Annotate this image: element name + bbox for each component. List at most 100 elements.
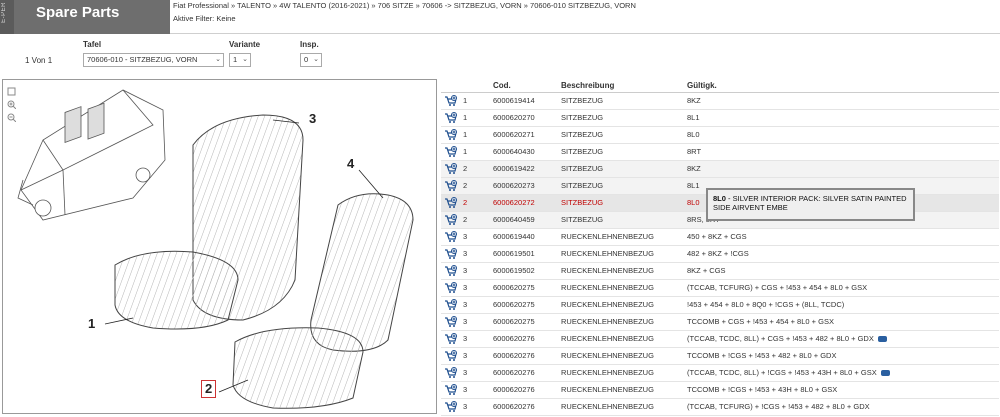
add-to-cart-icon[interactable] (444, 383, 458, 396)
add-to-cart-icon[interactable] (444, 281, 458, 294)
part-code-cell: 6000620275 (493, 296, 561, 314)
seat-drawing (17, 89, 414, 409)
table-row[interactable]: 3 6000620276 RUECKENLEHNENBEZUG (TCCAB, TCF… (441, 398, 999, 416)
insp-select[interactable]: 0 ⌄ (300, 53, 322, 67)
tafel-select[interactable]: 70606-010 - SITZBEZUG, VORN ⌄ (83, 53, 224, 67)
add-to-cart-icon[interactable] (444, 298, 458, 311)
add-to-cart-icon[interactable] (444, 315, 458, 328)
validity-cell: TCCOMB + CGS + !453 + 454 + 8L0 + GSX (687, 313, 999, 331)
seat-backrest-4 (310, 193, 414, 352)
table-row[interactable]: 3 6000620276 RUECKENLEHNENBEZUG TCCOMB + !C… (441, 347, 999, 365)
add-to-cart-cell (441, 262, 463, 280)
add-to-cart-icon[interactable] (444, 400, 458, 413)
validity-cell: 450 + 8KZ + CGS (687, 228, 999, 246)
table-row[interactable]: 3 6000620275 RUECKENLEHNENBEZUG TCCOMB + CG… (441, 313, 999, 331)
col-header-validity[interactable]: Gültigk. (687, 79, 999, 93)
variante-select[interactable]: 1 ⌄ (229, 53, 251, 67)
add-to-cart-cell (441, 126, 463, 144)
callout-3[interactable]: 3 (309, 111, 316, 126)
qty-cell: 3 (463, 262, 493, 280)
add-to-cart-cell (441, 109, 463, 127)
add-to-cart-cell (441, 381, 463, 399)
add-to-cart-icon[interactable] (444, 264, 458, 277)
add-to-cart-cell (441, 160, 463, 178)
table-row[interactable]: 3 6000619440 RUECKENLEHNENBEZUG 450 + 8KZ +… (441, 228, 999, 246)
table-row[interactable]: 1 6000640430 SITZBEZUG 8RT (441, 143, 999, 161)
insp-label: Insp. (300, 40, 319, 49)
table-row[interactable]: 1 6000619414 SITZBEZUG 8KZ (441, 92, 999, 110)
note-icon[interactable] (880, 370, 890, 377)
col-header-description[interactable]: Beschreibung (561, 79, 687, 93)
add-to-cart-icon[interactable] (444, 179, 458, 192)
description-cell: RUECKENLEHNENBEZUG (561, 381, 687, 399)
add-to-cart-cell (441, 245, 463, 263)
part-code-cell: 6000619502 (493, 262, 561, 280)
col-header-code[interactable]: Cod. (493, 79, 561, 93)
part-code-cell: 6000620276 (493, 330, 561, 348)
table-row[interactable]: 3 6000620275 RUECKENLEHNENBEZUG !453 + 454 … (441, 296, 999, 314)
table-row[interactable]: 1 6000620270 SITZBEZUG 8L1 (441, 109, 999, 127)
table-row[interactable]: 3 6000620275 RUECKENLEHNENBEZUG (TCCAB, TCF… (441, 279, 999, 297)
add-to-cart-icon[interactable] (444, 128, 458, 141)
table-row[interactable]: 3 6000620276 RUECKENLEHNENBEZUG TCCOMB + !C… (441, 381, 999, 399)
seat-cushion-1 (114, 250, 239, 330)
validity-tooltip: 8L0 - SILVER INTERIOR PACK: SILVER SATIN… (706, 188, 915, 221)
callout-2-selected[interactable]: 2 (201, 380, 217, 398)
table-row[interactable]: 3 6000619501 RUECKENLEHNENBEZUG 482 + 8KZ +… (441, 245, 999, 263)
part-code-cell: 6000640459 (493, 211, 561, 229)
description-cell: SITZBEZUG (561, 194, 687, 212)
validity-cell: TCCOMB + !CGS + !453 + 43H + 8L0 + GSX (687, 381, 999, 399)
qty-cell: 3 (463, 245, 493, 263)
add-to-cart-icon[interactable] (444, 230, 458, 243)
part-code-cell: 6000620275 (493, 279, 561, 297)
qty-cell: 3 (463, 296, 493, 314)
table-row[interactable]: 3 6000620276 RUECKENLEHNENBEZUG (TCCAB, TCD… (441, 364, 999, 382)
breadcrumb[interactable]: Fiat Professional » TALENTO » 4W TALENTO… (173, 1, 636, 10)
table-row[interactable]: 1 6000620271 SITZBEZUG 8L0 (441, 126, 999, 144)
add-to-cart-icon[interactable] (444, 366, 458, 379)
tafel-select-value: 70606-010 - SITZBEZUG, VORN (87, 55, 198, 64)
col-header-qty (463, 79, 493, 93)
add-to-cart-cell (441, 313, 463, 331)
exploded-diagram[interactable]: 3 4 1 2 (2, 79, 437, 414)
callout-4[interactable]: 4 (347, 156, 354, 171)
add-to-cart-cell (441, 92, 463, 110)
note-icon[interactable] (877, 336, 887, 343)
add-to-cart-icon[interactable] (444, 145, 458, 158)
add-to-cart-cell (441, 194, 463, 212)
brand-banner: Spare Parts (14, 0, 170, 34)
table-row[interactable]: 2 6000619422 SITZBEZUG 8KZ (441, 160, 999, 178)
page-count: 1 Von 1 (25, 56, 53, 65)
add-to-cart-cell (441, 279, 463, 297)
table-body: 1 6000619414 SITZBEZUG 8KZ 1 6000620270 SITZBE… (441, 92, 999, 416)
add-to-cart-icon[interactable] (444, 213, 458, 226)
part-code-cell: 6000620273 (493, 177, 561, 195)
add-to-cart-icon[interactable] (444, 111, 458, 124)
validity-cell: (TCCAB, TCFURG) + CGS + !453 + 454 + 8L0… (687, 279, 999, 297)
table-row[interactable]: 3 6000620276 RUECKENLEHNENBEZUG (TCCAB, TCD… (441, 330, 999, 348)
add-to-cart-icon[interactable] (444, 162, 458, 175)
qty-cell: 3 (463, 381, 493, 399)
add-to-cart-icon[interactable] (444, 349, 458, 362)
add-to-cart-icon[interactable] (444, 196, 458, 209)
chevron-down-icon: ⌄ (313, 56, 319, 63)
table-row[interactable]: 3 6000619502 RUECKENLEHNENBEZUG 8KZ + CGS (441, 262, 999, 280)
add-to-cart-cell (441, 143, 463, 161)
qty-cell: 3 (463, 347, 493, 365)
callout-1[interactable]: 1 (88, 316, 95, 331)
add-to-cart-cell (441, 228, 463, 246)
description-cell: RUECKENLEHNENBEZUG (561, 279, 687, 297)
add-to-cart-icon[interactable] (444, 94, 458, 107)
part-code-cell: 6000619422 (493, 160, 561, 178)
seat-cushion-2 (232, 327, 364, 409)
description-cell: SITZBEZUG (561, 143, 687, 161)
qty-cell: 2 (463, 194, 493, 212)
tooltip-code: 8L0 (713, 194, 726, 203)
add-to-cart-icon[interactable] (444, 332, 458, 345)
table-header-row: Cod. Beschreibung Gültigk. (441, 79, 999, 93)
validity-cell: !453 + 454 + 8L0 + 8Q0 + !CGS + (8LL, TC… (687, 296, 999, 314)
part-code-cell: 6000620276 (493, 347, 561, 365)
add-to-cart-icon[interactable] (444, 247, 458, 260)
validity-cell: (TCCAB, TCFURG) + !CGS + !453 + 482 + 8L… (687, 398, 999, 416)
validity-cell: 8L0 (687, 126, 999, 144)
